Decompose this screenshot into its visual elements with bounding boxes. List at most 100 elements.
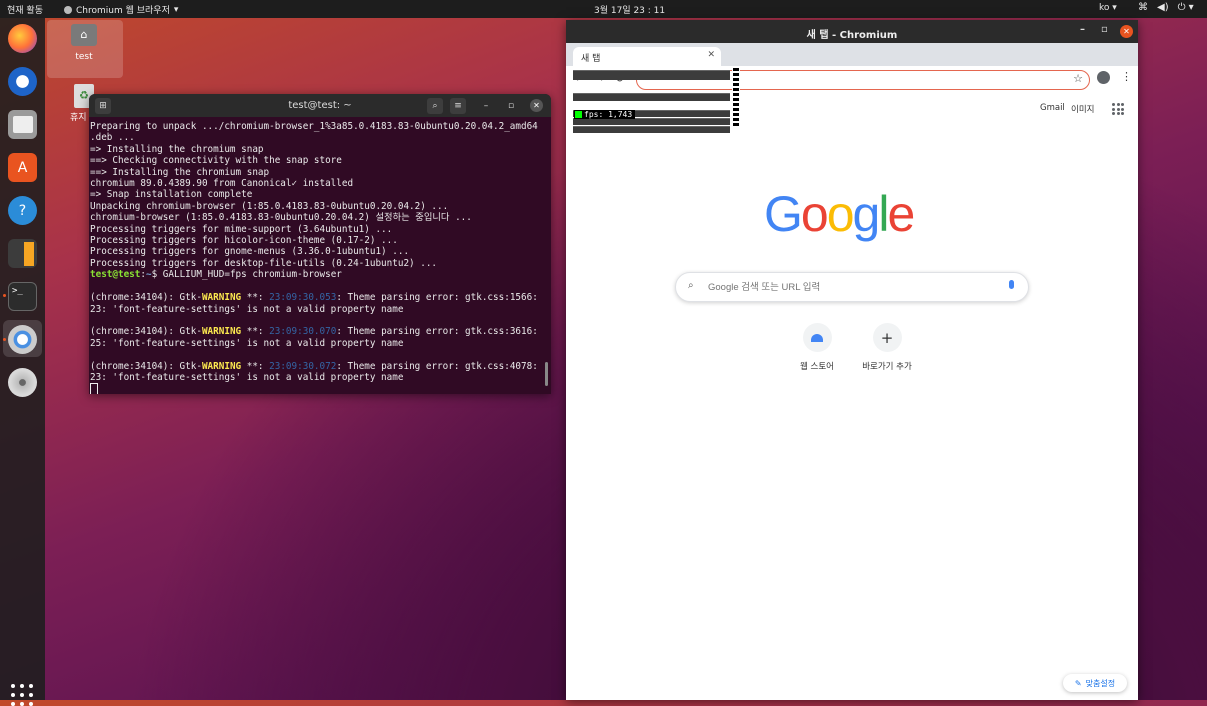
window-title: 새 탭 - Chromium [806, 30, 898, 41]
plus-icon: + [872, 323, 902, 352]
maximize-button[interactable]: ▫ [503, 98, 519, 114]
menu-kebab-icon[interactable]: ⋮ [1121, 70, 1132, 83]
minimize-button[interactable]: – [1080, 24, 1085, 35]
close-button[interactable]: ✕ [1120, 25, 1133, 38]
warning-level: WARNING [201, 326, 242, 338]
maximize-button[interactable]: ▫ [1101, 24, 1108, 35]
files-icon[interactable] [8, 110, 37, 139]
warning-sep: **: [241, 360, 270, 372]
chromium-titlebar[interactable]: 새 탭 - Chromium – ▫ ✕ [566, 20, 1138, 43]
warning-msg: : Theme parsing error: gtk.css:1566: [336, 292, 538, 304]
output-line: chromium-browser (1:85.0.4183.83-0ubuntu… [90, 212, 472, 224]
warning-time: 23:09:30.053 [269, 292, 337, 304]
software-icon[interactable]: A [8, 153, 37, 182]
app-menu[interactable]: Chromium 웹 브라우저 ▾ [64, 3, 178, 16]
search-icon: ⌕ [688, 280, 694, 291]
search-icon[interactable]: ⌕ [427, 98, 443, 114]
show-apps-icon[interactable] [11, 684, 33, 706]
terminal-output[interactable]: Preparing to unpack .../chromium-browser… [89, 117, 551, 394]
language-indicator[interactable]: ko ▾ [1099, 3, 1117, 13]
tab-strip: 새 탭 ✕ [566, 43, 1138, 66]
close-button[interactable]: ✕ [530, 99, 543, 112]
running-indicator [3, 338, 6, 341]
ntp-search-box[interactable]: ⌕ [675, 272, 1029, 302]
calculator-icon[interactable] [8, 239, 37, 268]
shortcut-add[interactable]: + 바로가기 추가 [857, 323, 917, 372]
warning-line-cont: 23: 'font-feature-settings' is not a val… [90, 371, 404, 383]
minimize-button[interactable]: – [478, 98, 494, 114]
warning-line-cont: 25: 'font-feature-settings' is not a val… [90, 337, 404, 349]
output-line: ==> Installing the chromium snap [90, 166, 270, 178]
terminal-icon[interactable]: >_ [8, 282, 37, 311]
images-link[interactable]: 이미지 [1071, 103, 1094, 115]
chromium-icon[interactable] [8, 325, 37, 354]
chevron-down-icon: ▾ [173, 4, 179, 15]
warning-level: WARNING [201, 292, 242, 304]
close-tab-icon[interactable]: ✕ [707, 50, 715, 60]
disc-icon[interactable] [8, 368, 37, 397]
terminal-window[interactable]: ⊞ test@test: ~ ⌕ ≡ – ▫ ✕ Preparing to un… [89, 94, 551, 394]
gmail-link[interactable]: Gmail [1040, 103, 1065, 113]
output-line: Processing triggers for gnome-menus (3.3… [90, 246, 410, 258]
warning-sep: **: [241, 292, 270, 304]
activities-button[interactable]: 현재 활동 [7, 3, 43, 16]
output-line: chromium 89.0.4389.90 from Canonical✓ in… [90, 178, 354, 190]
output-line: Processing triggers for desktop-file-uti… [90, 257, 438, 269]
ntp-search-input[interactable] [706, 279, 1000, 296]
home-folder[interactable]: ⌂ test [64, 24, 104, 62]
pencil-icon: ✎ [1074, 678, 1082, 688]
warning-prefix: (chrome:34104): Gtk- [90, 326, 202, 338]
customize-label: 맞춤설정 [1085, 678, 1116, 688]
hud-side-graph [732, 66, 740, 136]
shortcut-label: 웹 스토어 [800, 362, 834, 372]
warning-time: 23:09:30.072 [269, 360, 337, 372]
shortcut-label: 바로가기 추가 [862, 362, 912, 372]
warning-time: 23:09:30.070 [269, 326, 337, 338]
hud-graph [573, 118, 730, 125]
webstore-icon [802, 323, 832, 352]
system-tray[interactable]: ⌘ ◀) ⏻ ▾ [1138, 2, 1194, 13]
thunderbird-icon[interactable] [8, 67, 37, 96]
output-line: .deb ... [90, 132, 135, 144]
hud-graph [573, 126, 730, 133]
help-icon[interactable]: ? [8, 196, 37, 225]
logo-letter: g [852, 186, 881, 242]
terminal-titlebar[interactable]: ⊞ test@test: ~ ⌕ ≡ – ▫ ✕ [89, 94, 551, 117]
shortcut-webstore[interactable]: 웹 스토어 [787, 323, 847, 372]
profile-icon[interactable] [1097, 71, 1110, 84]
output-line: => Snap installation complete [90, 189, 253, 201]
terminal-cursor [90, 383, 98, 394]
running-indicator [3, 294, 6, 297]
warning-prefix: (chrome:34104): Gtk- [90, 292, 202, 304]
firefox-icon[interactable] [8, 24, 37, 53]
warning-sep: **: [241, 326, 270, 338]
output-line: => Installing the chromium snap [90, 143, 264, 155]
logo-letter: o [826, 186, 855, 242]
warning-line: (chrome:34104): Gtk-WARNING **: 23:09:30… [90, 361, 551, 372]
tab-label: 새 탭 [581, 54, 601, 64]
gallium-hud-overlay [573, 66, 740, 136]
output-line: ==> Checking connectivity with the snap … [90, 155, 342, 167]
output-line: Preparing to unpack .../chromium-browser… [90, 121, 538, 132]
logo-letter: G [764, 186, 803, 242]
dock: A ? >_ [0, 18, 45, 706]
chromium-window[interactable]: 새 탭 - Chromium – ▫ ✕ 새 탭 ✕ ← → ↻ ⌕ ☆ ⋮ [566, 20, 1138, 700]
prompt-user: test@test [90, 269, 141, 281]
tab-new-tab[interactable]: 새 탭 ✕ [573, 47, 721, 66]
microphone-icon[interactable] [1009, 280, 1014, 289]
volume-icon: ◀) [1157, 2, 1169, 13]
clock[interactable]: 3월 17일 23 : 11 [594, 3, 665, 16]
terminal-scrollbar[interactable] [545, 362, 548, 386]
menu-icon[interactable]: ≡ [450, 98, 466, 114]
hud-graph [573, 93, 730, 101]
fps-counter: fps: 1,743 [574, 110, 636, 119]
warning-msg: : Theme parsing error: gtk.css:3616: [336, 326, 538, 338]
warning-prefix: (chrome:34104): Gtk- [90, 360, 202, 372]
bookmark-star-icon[interactable]: ☆ [1073, 72, 1083, 85]
chromium-icon [64, 5, 72, 14]
customize-button[interactable]: ✎ 맞춤설정 [1063, 674, 1127, 692]
logo-letter: e [887, 186, 915, 242]
warning-level: WARNING [201, 360, 242, 372]
network-icon: ⌘ [1138, 2, 1148, 13]
google-apps-icon[interactable] [1112, 103, 1124, 115]
